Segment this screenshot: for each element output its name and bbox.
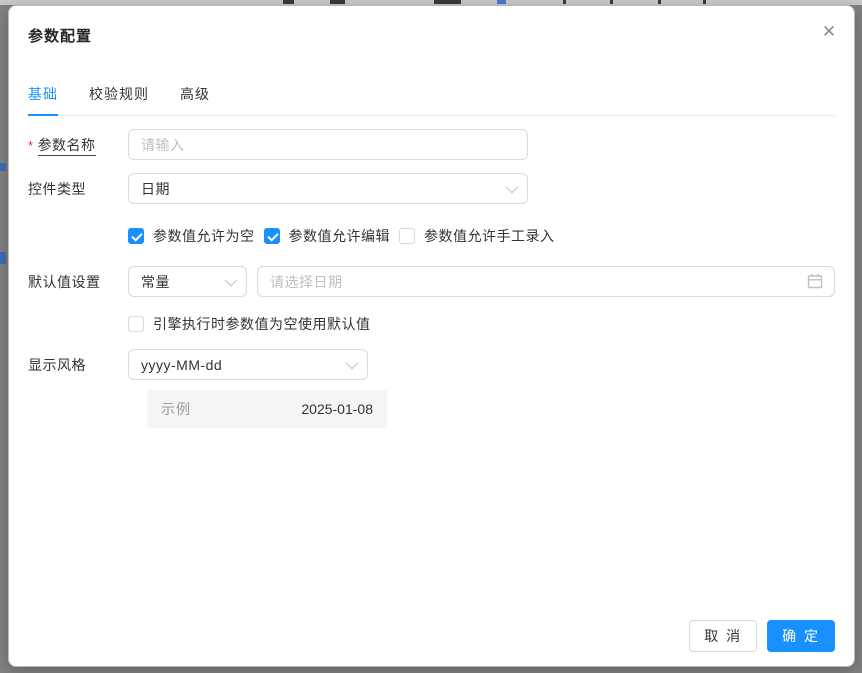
checkbox-allow-manual-entry[interactable]: 参数值允许手工录入 <box>399 226 555 246</box>
checkbox-checked-icon[interactable] <box>128 228 144 244</box>
dialog-footer: 取 消 确 定 <box>689 620 835 652</box>
default-value-label: 默认值设置 <box>28 272 128 292</box>
checkbox-checked-icon[interactable] <box>264 228 280 244</box>
tab-basic[interactable]: 基础 <box>28 80 58 116</box>
chevron-down-icon <box>225 274 238 287</box>
checkbox-engine-use-default[interactable]: 引擎执行时参数值为空使用默认值 <box>128 314 371 334</box>
checkbox-unchecked-icon[interactable] <box>128 316 144 332</box>
chevron-down-icon <box>346 357 359 370</box>
engine-default-row: 引擎执行时参数值为空使用默认值 <box>128 314 835 334</box>
param-name-row: *参数名称 <box>28 129 835 160</box>
default-value-row: 默认值设置 常量 <box>28 266 835 297</box>
param-name-label: *参数名称 <box>28 135 128 155</box>
confirm-button[interactable]: 确 定 <box>767 620 835 652</box>
checkbox-unchecked-icon[interactable] <box>399 228 415 244</box>
display-style-select[interactable]: yyyy-MM-dd <box>128 349 368 380</box>
display-style-value: yyyy-MM-dd <box>141 357 222 373</box>
param-name-input[interactable] <box>128 129 528 160</box>
example-label: 示例 <box>161 399 191 419</box>
tab-bar: 基础 校验规则 高级 <box>28 80 835 116</box>
background-artifact <box>283 0 294 4</box>
display-style-label: 显示风格 <box>28 355 128 375</box>
close-icon[interactable]: ✕ <box>815 17 843 45</box>
background-artifact <box>0 252 6 264</box>
cancel-button[interactable]: 取 消 <box>689 620 757 652</box>
dialog-title: 参数配置 <box>28 25 92 46</box>
default-value-type: 常量 <box>141 272 170 292</box>
example-value: 2025-01-08 <box>301 401 373 417</box>
chevron-down-icon <box>506 181 519 194</box>
background-artifact <box>703 0 706 4</box>
background-artifact <box>658 0 661 4</box>
checkbox-allow-edit[interactable]: 参数值允许编辑 <box>264 226 391 246</box>
control-type-value: 日期 <box>141 179 170 199</box>
control-type-label: 控件类型 <box>28 179 128 199</box>
tab-validation-rules[interactable]: 校验规则 <box>89 80 149 115</box>
parameter-config-dialog: 参数配置 ✕ 基础 校验规则 高级 *参数名称 控件类型 日期 参数值允许为空 … <box>8 5 855 667</box>
date-picker <box>257 266 835 297</box>
background-artifact <box>330 0 345 4</box>
default-value-type-select[interactable]: 常量 <box>128 266 247 297</box>
background-artifact <box>0 163 6 171</box>
background-artifact <box>434 0 461 4</box>
checkbox-allow-empty[interactable]: 参数值允许为空 <box>128 226 255 246</box>
background-artifact <box>563 0 566 4</box>
date-picker-input[interactable] <box>257 266 835 297</box>
background-artifact <box>497 0 506 4</box>
calendar-icon[interactable] <box>807 273 823 289</box>
required-asterisk: * <box>28 138 34 153</box>
background-artifact <box>610 0 613 4</box>
tab-advanced[interactable]: 高级 <box>180 80 210 115</box>
display-style-row: 显示风格 yyyy-MM-dd <box>28 349 835 380</box>
control-type-row: 控件类型 日期 <box>28 173 835 204</box>
value-options-row: 参数值允许为空 参数值允许编辑 参数值允许手工录入 <box>128 226 835 246</box>
example-preview: 示例 2025-01-08 <box>147 390 387 428</box>
control-type-select[interactable]: 日期 <box>128 173 528 204</box>
